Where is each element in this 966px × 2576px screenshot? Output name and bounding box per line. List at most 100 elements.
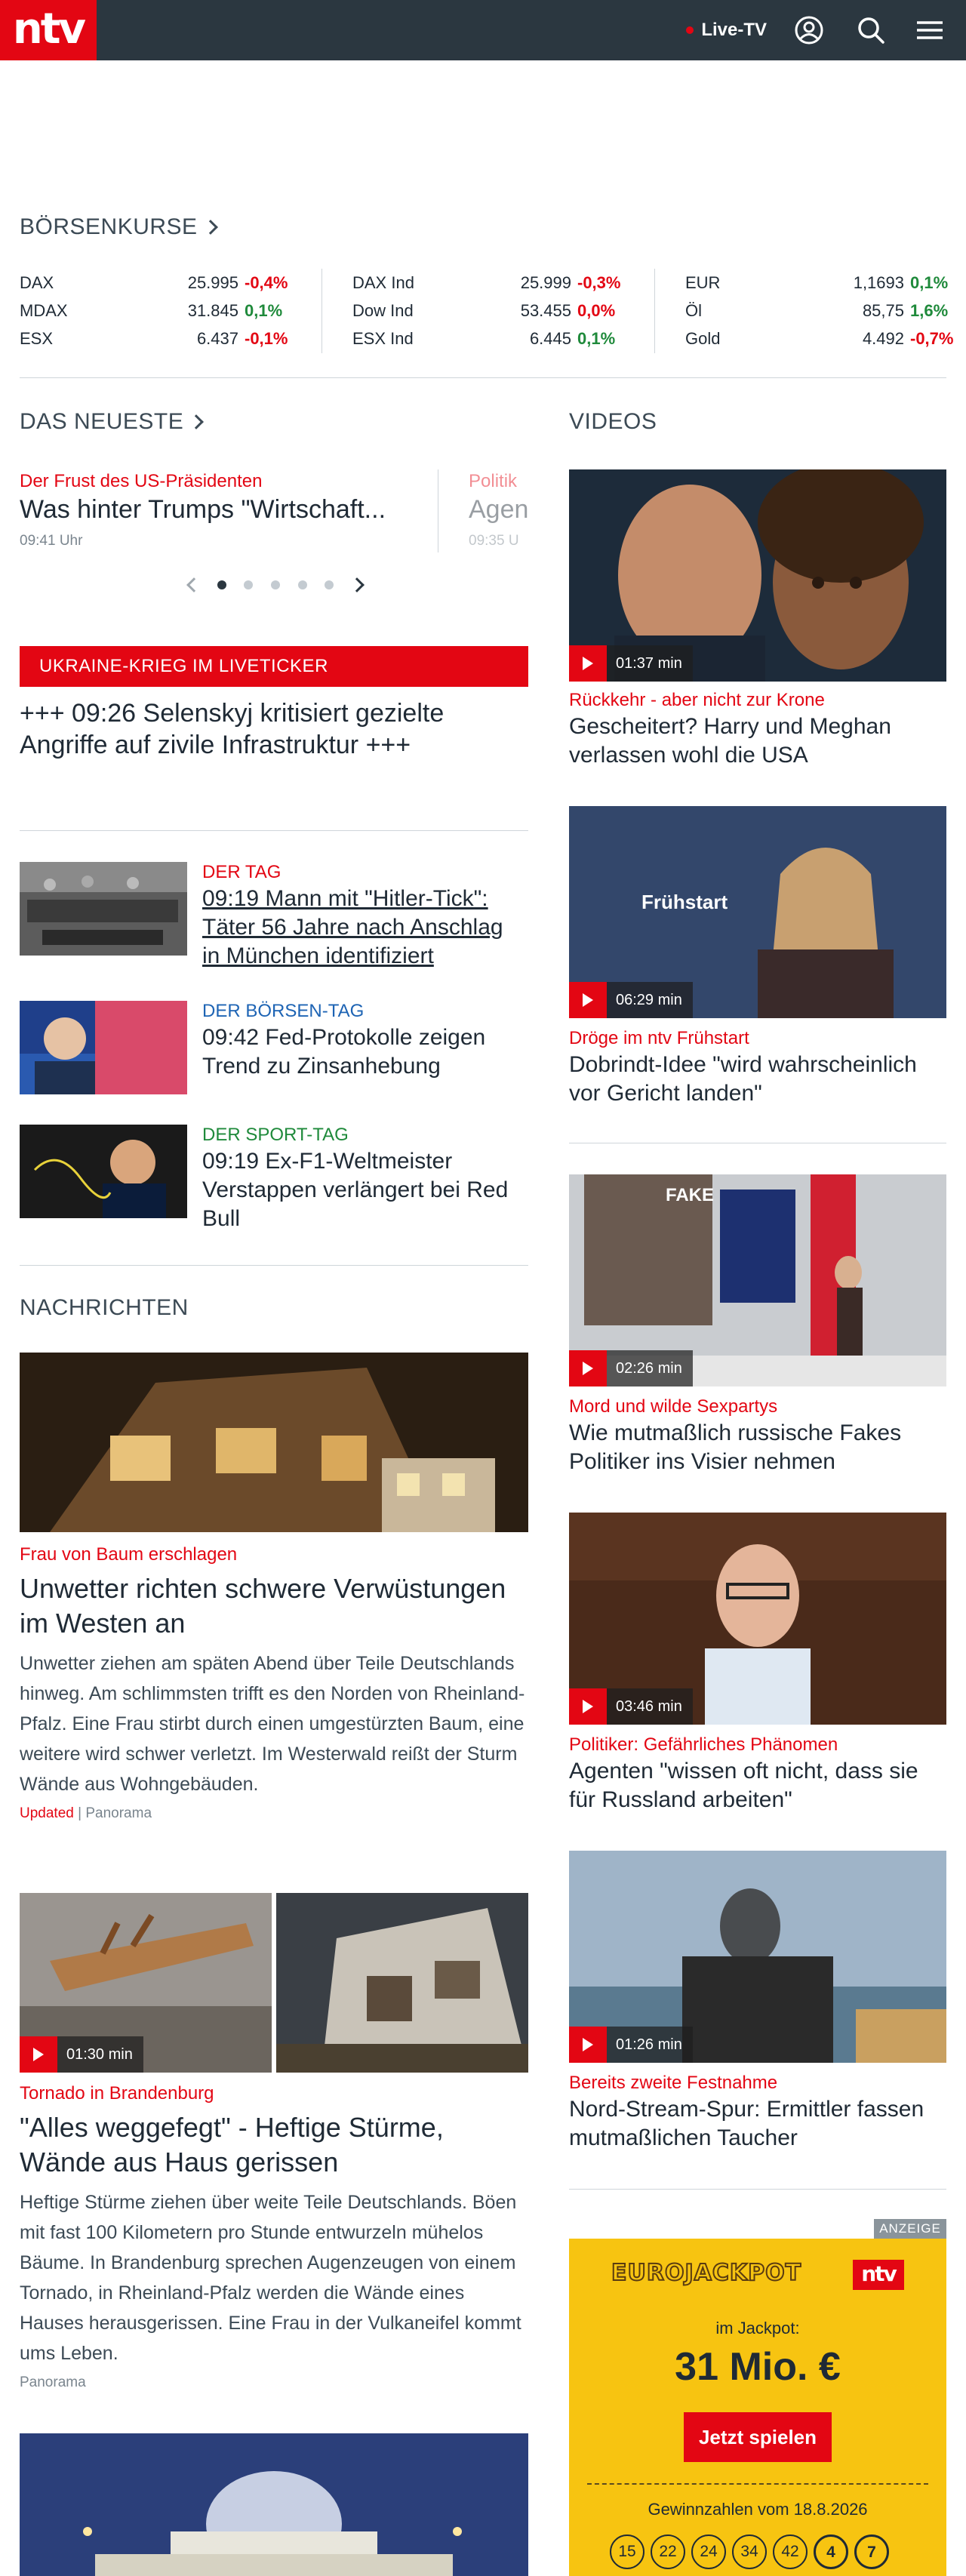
- carousel-dot[interactable]: [325, 580, 334, 589]
- video-teaser-4[interactable]: Politiker: Gefährliches Phänomen Agenten…: [569, 1733, 946, 1814]
- der-tag-teaser[interactable]: DER TAG 09:19 Mann mit "Hitler-Tick": Tä…: [202, 860, 519, 971]
- divider: [20, 377, 946, 378]
- video-duration-badge[interactable]: 01:37 min: [569, 645, 693, 682]
- sport-tag-thumbnail[interactable]: [20, 1125, 187, 1218]
- fake-overlay-text: FAKE: [666, 1185, 715, 1205]
- der-tag-thumbnail[interactable]: [20, 862, 187, 956]
- play-icon: [569, 982, 607, 1018]
- nachrichten-title: NACHRICHTEN: [20, 1295, 189, 1320]
- video-kicker: Mord und wilde Sexpartys: [569, 1396, 778, 1417]
- stock-row[interactable]: ESX 6.437 -0,1%: [20, 325, 306, 352]
- stock-row[interactable]: ESX Ind 6.445 0,1%: [352, 325, 639, 352]
- stock-ticker-table: DAX 25.995 -0,4% MDAX 31.845 0,1% ESX 6.437 -0,1…: [20, 269, 953, 353]
- latest-slide-peek[interactable]: Politik Agen 09:35 U: [438, 469, 528, 552]
- video-duration: 02:26 min: [616, 1359, 682, 1377]
- stock-row[interactable]: DAX Ind 25.999 -0,3%: [352, 269, 639, 297]
- jetzt-spielen-button[interactable]: Jetzt spielen: [684, 2412, 832, 2462]
- stock-value: 25.995: [187, 273, 238, 292]
- unwetter-title: Unwetter richten schwere Verwüstungen im…: [20, 1573, 506, 1639]
- stock-value: 31.845: [187, 301, 238, 320]
- carousel-dot[interactable]: [297, 580, 307, 589]
- videos-heading: VIDEOS: [569, 409, 657, 435]
- video-duration: 01:37 min: [616, 654, 682, 672]
- video-thumbnail-4[interactable]: 03:46 min: [569, 1513, 946, 1725]
- stock-change: -0,1%: [245, 329, 288, 348]
- video-thumbnail-5[interactable]: 01:26 min: [569, 1851, 946, 2063]
- stock-row[interactable]: EUR 1,1693 0,1%: [685, 269, 966, 297]
- tornado-image-right[interactable]: [276, 1893, 528, 2073]
- carousel-dot[interactable]: [270, 580, 280, 589]
- divider: [20, 1265, 528, 1266]
- video-thumbnail-3[interactable]: FAKE 02:26 min: [569, 1174, 946, 1386]
- video-duration-badge[interactable]: 01:26 min: [569, 2027, 693, 2063]
- chevron-left-icon[interactable]: [186, 577, 202, 592]
- video-duration-badge[interactable]: 03:46 min: [569, 1688, 693, 1725]
- category-label: Panorama: [20, 2374, 86, 2390]
- video-duration: 01:30 min: [66, 2045, 133, 2063]
- boersenkurse-heading[interactable]: BÖRSENKURSE: [20, 214, 218, 240]
- tornado-title: "Alles weggefegt" - Heftige Stürme, Wänd…: [20, 2112, 444, 2177]
- latest-slide[interactable]: Der Frust des US-Präsidenten Was hinter …: [20, 469, 427, 549]
- video-thumbnail-2[interactable]: Frühstart 06:29 min: [569, 806, 946, 1018]
- video-kicker: Bereits zweite Festnahme: [569, 2073, 778, 2093]
- stock-change: 0,1%: [245, 301, 283, 320]
- stock-row[interactable]: Dow Ind 53.455 0,0%: [352, 297, 639, 325]
- stock-name: DAX Ind: [352, 273, 414, 292]
- latest-title: Was hinter Trumps "Wirtschaft...: [20, 495, 386, 524]
- stock-value: 25.999: [520, 273, 571, 292]
- stock-row[interactable]: Öl 85,75 1,6%: [685, 297, 966, 325]
- ntv-logo[interactable]: ntv: [0, 0, 97, 60]
- stock-row[interactable]: Gold 4.492 -0,7%: [685, 325, 966, 352]
- video-duration-badge[interactable]: 01:30 min: [20, 2036, 143, 2073]
- video-thumbnail-1[interactable]: 01:37 min: [569, 469, 946, 682]
- chevron-right-icon[interactable]: [349, 577, 365, 592]
- live-tv-link[interactable]: Live-TV: [686, 18, 767, 42]
- liveticker-label[interactable]: UKRAINE-KRIEG IM LIVETICKER: [20, 646, 528, 687]
- unwetter-article[interactable]: Frau von Baum erschlagen Unwetter richte…: [20, 1543, 528, 1822]
- eurojackpot-ad[interactable]: EUROJACKPOT ntv im Jackpot: 31 Mio. € Je…: [569, 2239, 946, 2576]
- capitol-image[interactable]: [20, 2433, 528, 2576]
- tornado-image-left[interactable]: 01:30 min: [20, 1893, 272, 2073]
- stock-row[interactable]: DAX 25.995 -0,4%: [20, 269, 306, 297]
- video-kicker: Politiker: Gefährliches Phänomen: [569, 1734, 838, 1755]
- sport-tag-teaser[interactable]: DER SPORT-TAG 09:19 Ex-F1-Weltmeister Ve…: [202, 1123, 519, 1233]
- video-title: Agenten "wissen oft nicht, dass sie für …: [569, 1759, 918, 1812]
- video-teaser-1[interactable]: Rückkehr - aber nicht zur Krone Gescheit…: [569, 688, 946, 770]
- video-duration: 06:29 min: [616, 991, 682, 1008]
- das-neueste-heading[interactable]: DAS NEUESTE: [20, 409, 205, 435]
- fruehstart-overlay-text: Frühstart: [641, 891, 728, 913]
- lottery-ball: 34: [732, 2534, 767, 2569]
- user-icon[interactable]: [792, 14, 826, 47]
- stock-name: EUR: [685, 273, 721, 292]
- stock-name: MDAX: [20, 301, 68, 320]
- stock-column: DAX Ind 25.999 -0,3% Dow Ind 53.455 0,0% ESX I…: [321, 269, 654, 353]
- liveticker-headline-link[interactable]: +++ 09:26 Selenskyj kritisiert gezielte …: [20, 697, 518, 761]
- carousel-dot[interactable]: [217, 580, 226, 589]
- stock-change: -0,3%: [577, 273, 621, 292]
- menu-icon[interactable]: [913, 14, 946, 47]
- top-navigation-bar: ntv Live-TV: [0, 0, 966, 60]
- boersen-tag-teaser[interactable]: DER BÖRSEN-TAG 09:42 Fed-Protokolle zeig…: [202, 999, 519, 1081]
- unwetter-image[interactable]: [20, 1353, 528, 1532]
- unwetter-kicker: Frau von Baum erschlagen: [20, 1544, 238, 1565]
- video-teaser-2[interactable]: Dröge im ntv Frühstart Dobrindt-Idee "wi…: [569, 1026, 946, 1108]
- divider: [20, 830, 528, 831]
- video-kicker: Dröge im ntv Frühstart: [569, 1028, 749, 1048]
- boersen-tag-thumbnail[interactable]: [20, 1001, 187, 1094]
- video-duration-badge[interactable]: 02:26 min: [569, 1350, 693, 1386]
- live-dot-icon: [686, 26, 694, 34]
- jackpot-label: im Jackpot:: [715, 2319, 800, 2337]
- carousel-dot[interactable]: [244, 580, 254, 589]
- video-teaser-5[interactable]: Bereits zweite Festnahme Nord-Stream-Spu…: [569, 2071, 946, 2153]
- videos-title: VIDEOS: [569, 409, 657, 434]
- video-duration-badge[interactable]: 06:29 min: [569, 982, 693, 1018]
- video-teaser-3[interactable]: Mord und wilde Sexpartys Wie mutmaßlich …: [569, 1395, 946, 1476]
- ntv-logo-small: ntv: [853, 2260, 904, 2290]
- stock-value: 53.455: [520, 301, 571, 320]
- lottery-ball: 15: [610, 2534, 645, 2569]
- tornado-article[interactable]: Tornado in Brandenburg "Alles weggefegt"…: [20, 2082, 528, 2391]
- updated-label: Updated: [20, 1805, 74, 1821]
- eurojackpot-logo: EUROJACKPOT: [611, 2259, 802, 2287]
- search-icon[interactable]: [854, 14, 888, 47]
- stock-row[interactable]: MDAX 31.845 0,1%: [20, 297, 306, 325]
